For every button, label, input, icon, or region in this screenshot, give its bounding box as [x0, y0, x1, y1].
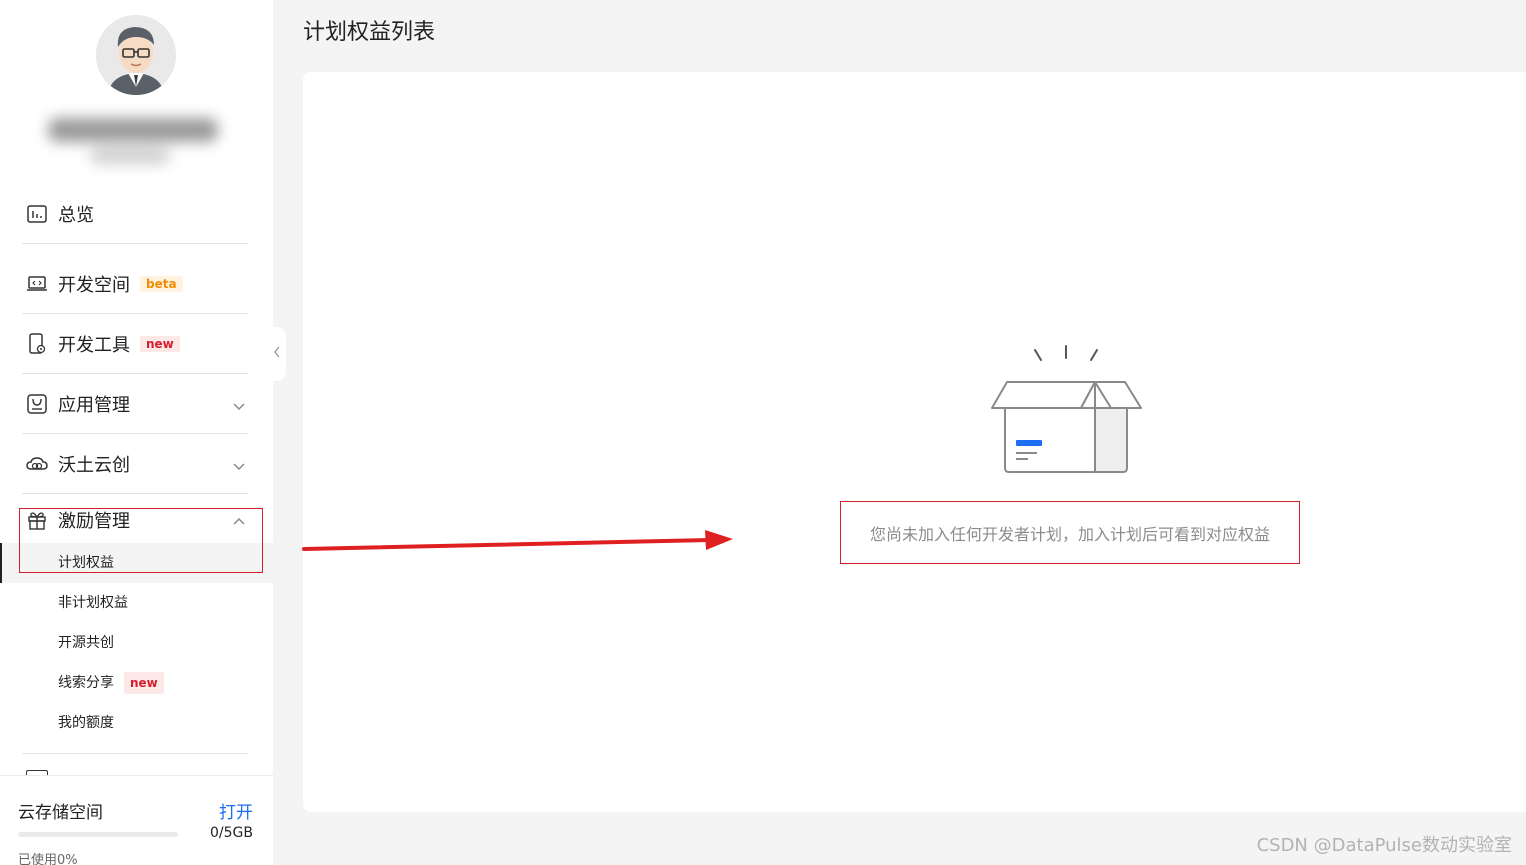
- annotation-arrow: [302, 530, 733, 551]
- active-subitem-background: [0, 543, 273, 583]
- chevron-left-icon: [273, 346, 281, 362]
- nav-label: 沃土云创: [58, 455, 130, 476]
- device-icon: [26, 333, 48, 355]
- beta-badge: beta: [140, 276, 183, 292]
- storage-percent: 已使用0%: [18, 853, 78, 865]
- storage-progress-bar: [18, 832, 178, 837]
- nav-dev-space[interactable]: 开发空间 beta: [22, 255, 248, 314]
- subnav-lead-sharing[interactable]: 线索分享 new: [58, 672, 164, 694]
- subnav-label: 我的额度: [58, 715, 114, 731]
- subnav-label: 非计划权益: [58, 595, 128, 611]
- avatar[interactable]: [96, 15, 176, 95]
- subnav-label: 开源共创: [58, 635, 114, 651]
- subnav-label: 线索分享: [58, 675, 114, 691]
- nav-label: 激励管理: [58, 511, 130, 532]
- app-icon: [26, 393, 48, 415]
- nav-incentive-management[interactable]: 激励管理: [22, 495, 248, 545]
- cloud-storage-panel: 云存储空间 打开 0/5GB 已使用0%: [0, 775, 273, 865]
- storage-used: 0/5GB: [210, 825, 253, 841]
- empty-box-illustration: [991, 345, 1142, 473]
- subnav-unplanned-benefits[interactable]: 非计划权益: [58, 593, 128, 613]
- new-badge: new: [124, 672, 164, 694]
- chevron-up-icon: [232, 513, 246, 527]
- chevron-down-icon: [232, 457, 246, 471]
- cloud-icon: [26, 453, 48, 475]
- empty-state-message: 您尚未加入任何开发者计划，加入计划后可看到对应权益: [869, 524, 1270, 544]
- content-card: [303, 72, 1526, 812]
- nav-label: 总览: [58, 205, 94, 226]
- active-indicator: [0, 543, 2, 583]
- nav-overview[interactable]: 总览: [22, 185, 248, 244]
- nav-wotu-cloud[interactable]: 沃土云创: [22, 435, 248, 494]
- new-badge: new: [140, 336, 180, 352]
- storage-title: 云存储空间: [18, 803, 103, 823]
- storage-open-link[interactable]: 打开: [219, 798, 253, 823]
- divider: [22, 753, 248, 754]
- gift-icon: [26, 509, 48, 531]
- chevron-down-icon: [232, 397, 246, 411]
- subnav-planned-benefits[interactable]: 计划权益: [58, 553, 114, 573]
- watermark: CSDN @DataPulse数动实验室: [1256, 835, 1512, 856]
- nav-app-management[interactable]: 应用管理: [22, 375, 248, 434]
- sidebar: 总览 开发空间 beta 开发工具 new 应用管理 沃土云创 激励管理 计划权…: [0, 0, 273, 865]
- sidebar-collapse-button[interactable]: [268, 327, 286, 381]
- page-title: 计划权益列表: [303, 20, 436, 45]
- nav-label: 开发空间: [58, 275, 130, 296]
- subnav-open-source[interactable]: 开源共创: [58, 633, 114, 653]
- nav-label: 开发工具: [58, 335, 130, 356]
- chart-icon: [26, 203, 48, 225]
- blurred-username: [40, 112, 230, 176]
- laptop-icon: [26, 273, 48, 295]
- nav-dev-tools[interactable]: 开发工具 new: [22, 315, 248, 374]
- subnav-my-quota[interactable]: 我的额度: [58, 713, 114, 733]
- avatar-illustration: [96, 15, 176, 95]
- subnav-label: 计划权益: [58, 555, 114, 571]
- nav-label: 应用管理: [58, 395, 130, 416]
